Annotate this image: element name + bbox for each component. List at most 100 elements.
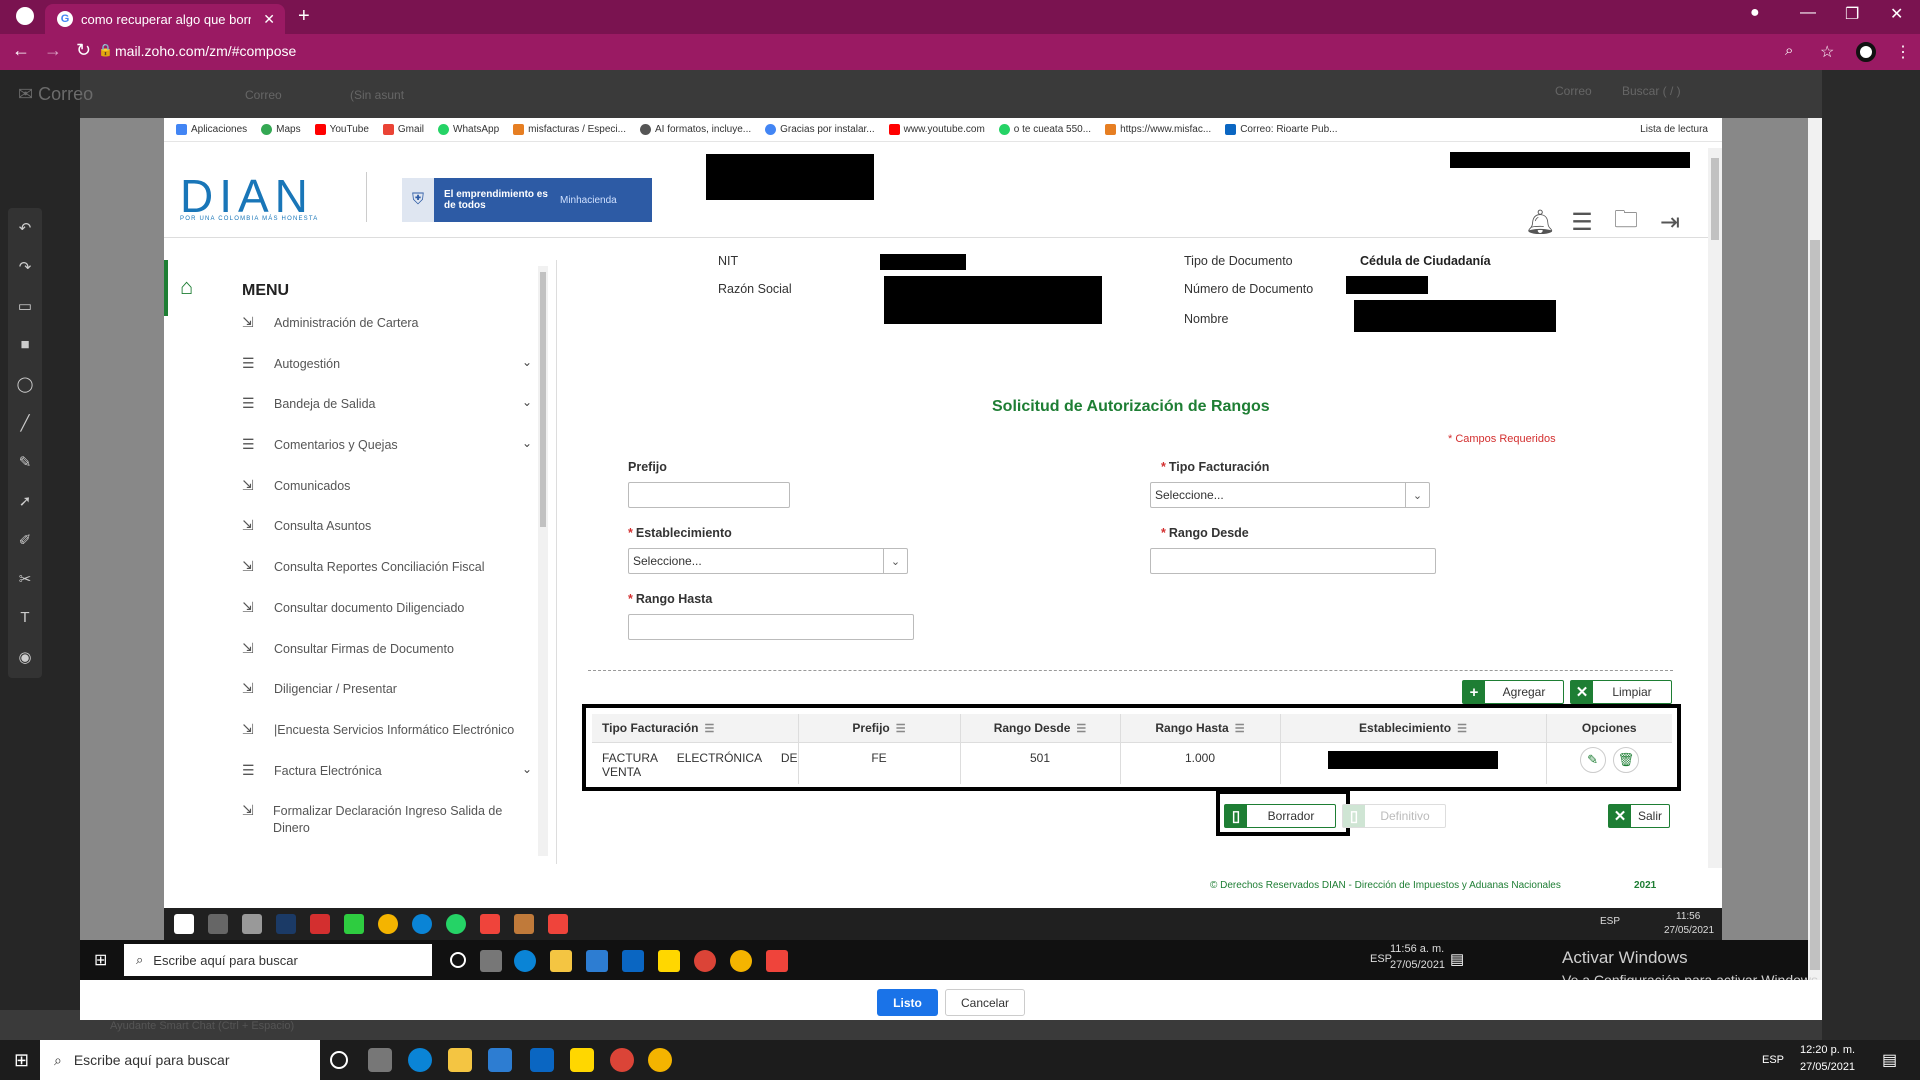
chrome-icon[interactable]: [648, 1048, 672, 1072]
rectangle-outline-icon[interactable]: ▭: [8, 286, 42, 325]
dian-logo[interactable]: DIAN: [180, 173, 314, 219]
undo-icon[interactable]: ↶: [8, 208, 42, 247]
media-icon[interactable]: ●: [1750, 4, 1760, 22]
col-establecimiento[interactable]: Establecimiento ☰: [1280, 714, 1547, 743]
bookmark-item[interactable]: Gracias por instalar...: [765, 124, 875, 135]
pen-icon[interactable]: ✎: [8, 442, 42, 481]
col-prefijo[interactable]: Prefijo ☰: [798, 714, 961, 743]
task-view-icon[interactable]: [480, 950, 502, 972]
text-icon[interactable]: T: [8, 598, 42, 637]
profile-icon[interactable]: [16, 7, 34, 25]
sticky-notes-icon[interactable]: [570, 1048, 594, 1072]
sticky-notes-icon[interactable]: [658, 950, 680, 972]
zoom-icon[interactable]: ⌕: [1785, 42, 1793, 59]
mid-time[interactable]: 11:56 a. m.: [1390, 943, 1444, 955]
sidebar-item-autogestion[interactable]: ☰ Autogestión ⌄: [242, 355, 532, 396]
sidebar-item-consultar-firmas[interactable]: ⇲ Consultar Firmas de Documento: [242, 640, 532, 681]
bookmark-star-icon[interactable]: ☆: [1820, 42, 1834, 62]
bookmark-item[interactable]: YouTube: [314, 124, 369, 135]
draft-button[interactable]: ▯ Borrador: [1224, 804, 1336, 828]
acrobat-icon[interactable]: [310, 914, 330, 934]
bookmark-item[interactable]: Maps: [261, 124, 301, 135]
rango-desde-input[interactable]: [1150, 548, 1436, 574]
blur-icon[interactable]: ✂: [8, 559, 42, 598]
address-bar[interactable]: mail.zoho.com/zm/#compose: [115, 43, 296, 59]
tipo-facturacion-select[interactable]: Seleccione... ⌄: [1150, 482, 1430, 508]
establecimiento-select[interactable]: Seleccione... ⌄: [628, 548, 908, 574]
zoho-search-scope[interactable]: Correo: [1555, 84, 1592, 98]
folder-icon[interactable]: [448, 1048, 472, 1072]
page-scrollbar[interactable]: [1708, 148, 1722, 868]
chrome-icon[interactable]: [378, 914, 398, 934]
photoshop-icon[interactable]: [276, 914, 296, 934]
zoho-search-input[interactable]: Buscar ( / ): [1622, 84, 1681, 98]
back-icon[interactable]: ←: [12, 40, 30, 61]
sidebar-item-comentarios-quejas[interactable]: ☰ Comentarios y Quejas ⌄: [242, 436, 532, 477]
anydesk-icon[interactable]: [766, 950, 788, 972]
folder-icon[interactable]: [550, 950, 572, 972]
reload-icon[interactable]: ↻: [76, 40, 91, 61]
clock-date[interactable]: 27/05/2021: [1800, 1061, 1855, 1073]
close-tab-icon[interactable]: ✕: [263, 11, 275, 28]
anydesk-icon[interactable]: [548, 914, 568, 934]
bookmark-item[interactable]: https://www.misfac...: [1105, 124, 1211, 135]
highlight-icon[interactable]: ✐: [8, 520, 42, 559]
chrome-icon[interactable]: [610, 1048, 634, 1072]
bookmark-item[interactable]: AI formatos, incluye...: [639, 124, 751, 135]
mail-icon[interactable]: [530, 1048, 554, 1072]
edge-icon[interactable]: [412, 914, 432, 934]
sidebar-item-administracion-cartera[interactable]: ⇲ Administración de Cartera: [242, 314, 532, 355]
task-view-icon[interactable]: [208, 914, 228, 934]
forward-icon[interactable]: →: [44, 40, 62, 61]
inner-time[interactable]: 11:56: [1676, 911, 1700, 922]
redo-icon[interactable]: ↷: [8, 247, 42, 286]
chevron-down-icon[interactable]: ⌄: [522, 355, 532, 369]
modal-scrollbar-thumb[interactable]: [1810, 240, 1820, 970]
checklist-icon[interactable]: ☰: [1568, 208, 1596, 236]
maximize-icon[interactable]: ❐: [1845, 4, 1859, 24]
app-icon[interactable]: [344, 914, 364, 934]
taskbar-search[interactable]: ⌕ Escribe aquí para buscar: [40, 1040, 320, 1080]
listo-button[interactable]: Listo: [877, 989, 938, 1016]
bell-icon[interactable]: 🔔︎: [1525, 208, 1555, 236]
chrome-icon[interactable]: [730, 950, 752, 972]
cortana-icon[interactable]: [450, 952, 466, 968]
cortana-icon[interactable]: [330, 1051, 348, 1069]
color-palette-icon[interactable]: ◉: [8, 637, 42, 676]
sidebar-item-consulta-asuntos[interactable]: ⇲ Consulta Asuntos: [242, 517, 532, 558]
mid-date[interactable]: 27/05/2021: [1390, 959, 1445, 971]
task-view-icon[interactable]: [368, 1048, 392, 1072]
sidebar-item-consultar-documento[interactable]: ⇲ Consultar documento Diligenciado: [242, 599, 532, 640]
col-rango-hasta[interactable]: Rango Hasta ☰: [1120, 714, 1281, 743]
inner-date[interactable]: 27/05/2021: [1664, 925, 1714, 936]
reading-list[interactable]: Lista de lectura: [1640, 124, 1708, 135]
rango-hasta-input[interactable]: [628, 614, 914, 640]
logout-icon[interactable]: ⇥: [1656, 208, 1684, 236]
add-button[interactable]: + Agregar: [1462, 680, 1564, 704]
chevron-down-icon[interactable]: ⌄: [522, 395, 532, 409]
sidebar-scrollbar-thumb[interactable]: [540, 272, 546, 527]
account-avatar[interactable]: [1856, 42, 1876, 62]
rectangle-filled-icon[interactable]: ■: [8, 325, 42, 364]
line-icon[interactable]: ╱: [8, 403, 42, 442]
new-tab-button[interactable]: +: [298, 5, 310, 28]
inner-language[interactable]: ESP: [1600, 916, 1620, 927]
arrow-icon[interactable]: ➚: [8, 481, 42, 520]
minimize-icon[interactable]: —: [1800, 4, 1816, 22]
col-rango-desde[interactable]: Rango Desde ☰: [960, 714, 1121, 743]
chrome-icon[interactable]: [694, 950, 716, 972]
chevron-down-icon[interactable]: ⌄: [522, 762, 532, 776]
bookmark-item[interactable]: misfacturas / Especi...: [513, 124, 626, 135]
mid-taskbar-search[interactable]: ⌕ Escribe aquí para buscar: [124, 944, 432, 976]
edge-icon[interactable]: [408, 1048, 432, 1072]
sidebar-item-bandeja-salida[interactable]: ☰ Bandeja de Salida ⌄: [242, 395, 532, 436]
edit-icon[interactable]: ✎: [1579, 746, 1606, 773]
ellipse-icon[interactable]: ◯: [8, 364, 42, 403]
bookmark-item[interactable]: Aplicaciones: [176, 124, 247, 135]
browser-tab[interactable]: G como recuperar algo que borre e ✕: [45, 4, 285, 34]
clock-time[interactable]: 12:20 p. m.: [1800, 1044, 1855, 1056]
language-indicator[interactable]: ESP: [1762, 1054, 1784, 1066]
final-button[interactable]: ▯ Definitivo: [1342, 804, 1446, 828]
windows-start-icon[interactable]: ⊞: [94, 950, 107, 970]
notification-icon[interactable]: ▤: [1882, 1050, 1897, 1070]
